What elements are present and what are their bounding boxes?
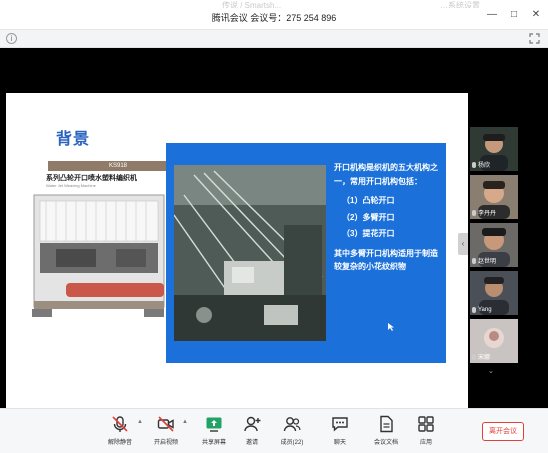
camera-off-icon bbox=[157, 416, 174, 432]
minimize-button[interactable]: — bbox=[486, 9, 498, 21]
participant-name: 李丹丹 bbox=[478, 211, 497, 217]
paragraph-2: 其中多臂开口机构适用于制造较复杂的小花纹织物 bbox=[334, 248, 438, 272]
apps-icon bbox=[418, 416, 434, 432]
mic-icon bbox=[472, 307, 476, 313]
invite-label: 邀请 bbox=[245, 440, 258, 446]
fullscreen-icon[interactable] bbox=[529, 33, 540, 44]
participant-tile[interactable]: 宋娜 bbox=[470, 319, 518, 363]
meeting-toolbar: 解除静音 ▲ 开启视频 ▲ 共享屏幕 邀请 成员(22) 聊天 会议文档 应用 … bbox=[0, 408, 548, 453]
participant-name: 赵世明 bbox=[478, 259, 497, 265]
apps-label: 应用 bbox=[419, 440, 432, 446]
mic-icon bbox=[472, 353, 476, 360]
meeting-docs-button[interactable]: 会议文档 bbox=[366, 415, 406, 446]
meeting-title: 腾讯会议 会议号：275 254 896 bbox=[211, 13, 337, 23]
share-screen-icon bbox=[206, 417, 222, 432]
participant-name: Yang bbox=[478, 307, 492, 313]
mic-icon bbox=[472, 257, 476, 264]
maximize-button[interactable]: □ bbox=[508, 9, 520, 21]
apps-button[interactable]: 应用 bbox=[406, 415, 446, 446]
meeting-docs-label: 会议文档 bbox=[373, 440, 398, 446]
participant-list: 杨欣 李丹丹 赵世明 Yang 宋娜 ⌄ bbox=[470, 127, 518, 413]
invite-button[interactable]: 邀请 bbox=[232, 415, 272, 446]
mic-icon bbox=[472, 161, 476, 168]
faded-tab-text: 传说 / Smartsh... bbox=[222, 1, 282, 8]
paragraph-1: 开口机构是织机的五大机构之一，常用开口机构包括： bbox=[334, 163, 438, 186]
content-panel: 开口机构是织机的五大机构之一，常用开口机构包括： （1）凸轮开口 （2）多臂开口… bbox=[166, 143, 446, 363]
window-controls: — □ ✕ bbox=[486, 9, 542, 21]
meeting-info-strip: i bbox=[0, 30, 548, 48]
info-icon[interactable]: i bbox=[6, 33, 17, 44]
slide-title: 背景 bbox=[56, 131, 91, 148]
list-item: （1）凸轮开口 bbox=[342, 196, 395, 205]
share-screen-button[interactable]: 共享屏幕 bbox=[194, 415, 234, 446]
mic-options-chevron-icon[interactable]: ▲ bbox=[137, 419, 143, 425]
close-button[interactable]: ✕ bbox=[530, 9, 542, 21]
video-options-chevron-icon[interactable]: ▲ bbox=[182, 419, 188, 425]
meeting-stage: 背景 KS918 系列凸轮开口喷水塑料编织机 Water Jet Weaving… bbox=[0, 48, 548, 439]
chevron-down-icon[interactable]: ⌄ bbox=[488, 367, 494, 375]
shared-slide: 背景 KS918 系列凸轮开口喷水塑料编织机 Water Jet Weaving… bbox=[6, 93, 468, 439]
participant-tile[interactable]: 赵世明 bbox=[470, 223, 518, 267]
unmute-button[interactable]: 解除静音 bbox=[100, 415, 140, 446]
leave-meeting-button[interactable]: 离开会议 bbox=[482, 422, 524, 441]
weaving-machine-image: KS918 系列凸轮开口喷水塑料编织机 Water Jet Weaving Ma… bbox=[26, 161, 188, 321]
loom-illustration bbox=[32, 194, 165, 317]
bullet-text: 开口机构是织机的五大机构之一，常用开口机构包括： （1）凸轮开口 （2）多臂开口… bbox=[334, 161, 444, 280]
list-item: （3）提花开口 bbox=[342, 229, 395, 238]
participant-name: 杨欣 bbox=[478, 163, 491, 169]
faded-settings-text: …系统设置 bbox=[440, 1, 480, 8]
participant-name: 宋娜 bbox=[478, 355, 491, 361]
members-icon bbox=[283, 417, 301, 432]
mic-icon bbox=[472, 209, 476, 216]
chat-button[interactable]: 聊天 bbox=[320, 415, 360, 446]
share-screen-label: 共享屏幕 bbox=[201, 440, 226, 446]
loom-photo bbox=[174, 165, 326, 341]
unmute-label: 解除静音 bbox=[107, 440, 132, 446]
document-icon bbox=[380, 415, 393, 433]
participant-tile[interactable]: Yang bbox=[470, 271, 518, 315]
members-button[interactable]: 成员(22) bbox=[272, 415, 312, 446]
chat-icon bbox=[332, 417, 348, 432]
window-titlebar: 传说 / Smartsh... …系统设置 腾讯会议 会议号：275 254 8… bbox=[0, 0, 548, 30]
members-label: 成员(22) bbox=[280, 440, 304, 446]
start-video-label: 开启视频 bbox=[153, 440, 178, 446]
start-video-button[interactable]: 开启视频 bbox=[146, 415, 186, 446]
mic-muted-icon bbox=[112, 416, 128, 432]
collapse-panel-button[interactable]: ‹ bbox=[458, 233, 468, 255]
mouse-cursor-icon bbox=[388, 323, 394, 331]
chat-label: 聊天 bbox=[333, 440, 346, 446]
participant-tile[interactable]: 李丹丹 bbox=[470, 175, 518, 219]
participant-tile[interactable]: 杨欣 bbox=[470, 127, 518, 171]
invite-user-icon bbox=[244, 416, 261, 432]
list-item: （2）多臂开口 bbox=[342, 212, 395, 222]
